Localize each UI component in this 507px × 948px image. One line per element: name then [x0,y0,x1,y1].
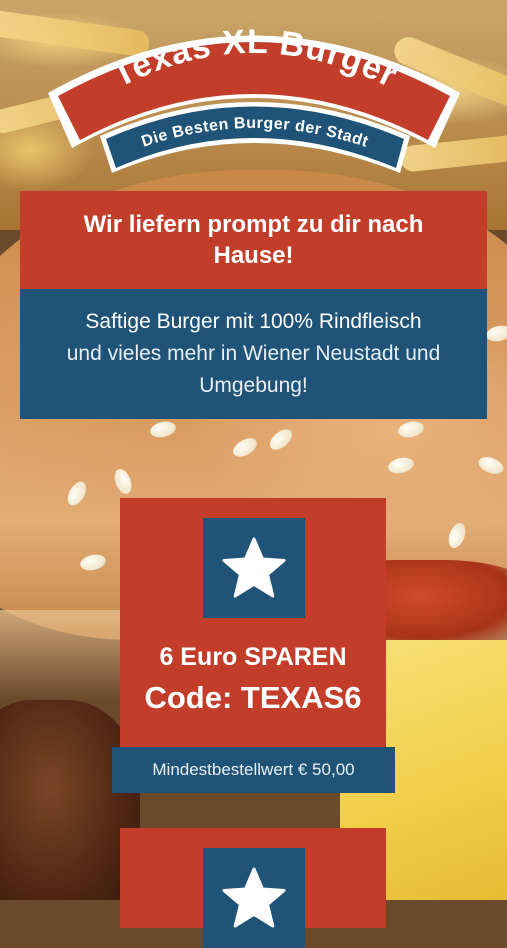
intro-text: Saftige Burger mit 100% Rindfleisch und … [34,306,474,402]
intro-line-1: Saftige Burger mit 100% Rindfleisch [85,310,422,333]
coupon-card[interactable] [120,828,386,948]
star-badge [203,518,305,618]
star-icon [222,537,286,598]
patty-layer [0,700,140,900]
min-order-badge: Mindestbestellwert € 50,00 [112,747,395,793]
min-order-text: Mindestbestellwert € 50,00 [152,760,355,779]
star-badge [203,848,305,948]
intro-line-2: und vieles mehr in Wiener Neustadt und U… [66,342,441,397]
star-icon [222,867,286,928]
coupon-code: Code: TEXAS6 [144,680,362,715]
delivery-headline: Wir liefern prompt zu dir nach Hause! [83,211,424,269]
texas-xl-burger-logo: Texas XL Burger Die Besten Burger der St… [48,23,460,173]
delivery-headline-banner: Wir liefern prompt zu dir nach Hause! [20,191,487,289]
coupon-card[interactable]: 6 Euro SPAREN Code: TEXAS6 [120,498,386,763]
intro-banner: Saftige Burger mit 100% Rindfleisch und … [20,289,487,419]
coupon-offer: 6 Euro SPAREN [159,643,347,671]
